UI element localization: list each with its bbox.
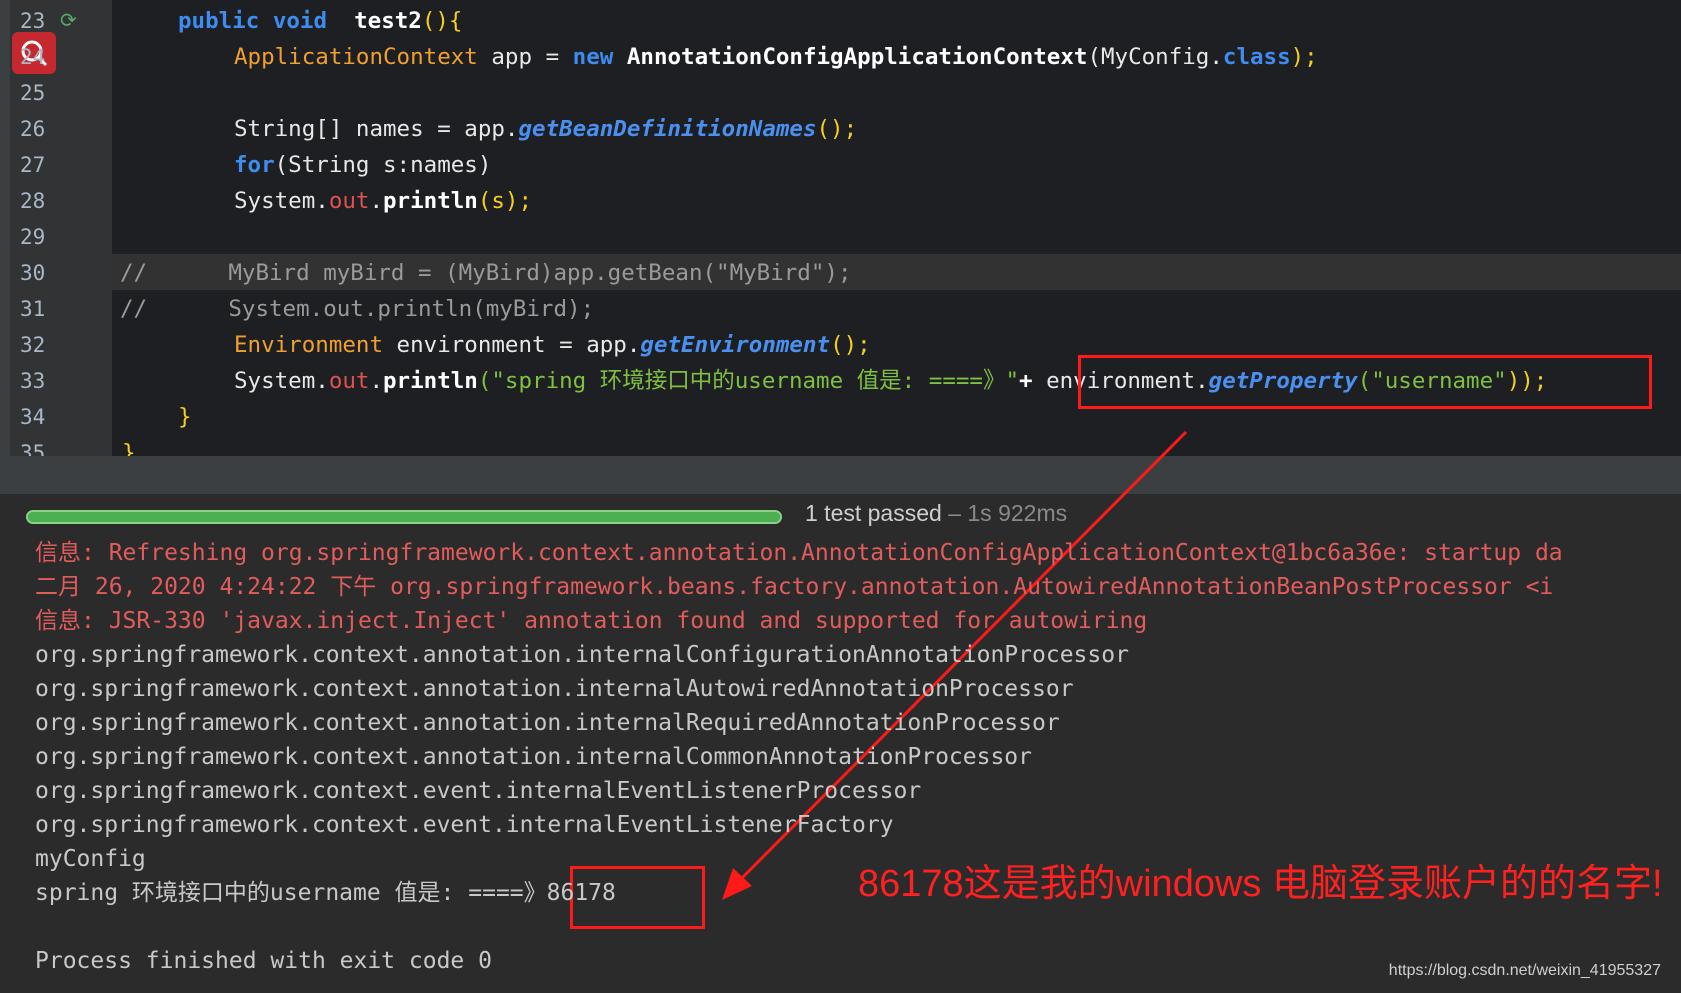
keyword: public [178, 8, 260, 34]
annotation-text: 86178这是我的windows 电脑登录账户的的名字! [858, 863, 1663, 905]
line-number: 35 [20, 441, 46, 456]
code-line-27[interactable]: for(String s:names) [234, 147, 491, 183]
string-literal: ("spring 环境接口中的username 值是: ====》" [477, 368, 1019, 394]
line-number: 26 [20, 117, 46, 141]
text: (MyConfig. [1087, 44, 1223, 70]
text: ); [1290, 44, 1318, 70]
console-line: org.springframework.context.annotation.i… [35, 710, 1060, 736]
console-line: 信息: Refreshing org.springframework.conte… [35, 540, 1563, 566]
console-line: 二月 26, 2020 4:24:22 下午 org.springframewo… [35, 574, 1554, 600]
line-number: 33 [20, 369, 46, 393]
code-line-30[interactable]: // MyBird myBird = (MyBird)app.getBean("… [120, 255, 852, 291]
field: out [328, 368, 370, 394]
operator: + [1019, 368, 1047, 394]
line-number: 24 [20, 45, 46, 69]
method-call: getBeanDefinitionNames [518, 116, 817, 142]
keyword: for [234, 152, 275, 178]
method-call: println [383, 368, 478, 394]
console-line: 信息: JSR-330 'javax.inject.Inject' annota… [35, 608, 1148, 634]
method-name: test2 [354, 8, 422, 34]
tool-strip [0, 0, 10, 456]
field: out [328, 188, 370, 214]
test-progress-bar [26, 510, 782, 524]
text: app = [477, 44, 573, 70]
test-status: 1 test passed – 1s 922ms [805, 500, 1067, 527]
keyword: new [572, 44, 614, 70]
text: (s); [477, 188, 533, 214]
code-line-32[interactable]: Environment environment = app.getEnviron… [234, 327, 871, 363]
type: Environment [234, 332, 384, 358]
text: . [369, 188, 384, 214]
text: environment = app. [383, 332, 641, 358]
console-line: org.springframework.context.event.intern… [35, 778, 922, 804]
text: . [369, 368, 384, 394]
line-number: 28 [20, 189, 46, 213]
code-line-26[interactable]: String[] names = app.getBeanDefinitionNa… [234, 111, 857, 147]
test-time-label: – 1s 922ms [941, 500, 1068, 526]
paren: (){ [421, 8, 463, 34]
class-name: AnnotationConfigApplicationContext [626, 44, 1088, 70]
run-test-icon[interactable]: ⟳ [60, 8, 77, 32]
code-line-23[interactable]: public void test2(){ [178, 3, 462, 39]
test-passed-label: 1 test passed [805, 500, 942, 526]
line-number: 27 [20, 153, 46, 177]
code-line-24[interactable]: ApplicationContext app = new AnnotationC… [234, 39, 1318, 75]
watermark: https://blog.csdn.net/weixin_41955327 [1388, 962, 1661, 979]
line-number: 30 [20, 261, 46, 285]
method-call: getEnvironment [640, 332, 831, 358]
highlight-box-getproperty [1078, 355, 1652, 409]
keyword: class [1222, 44, 1291, 70]
method-call: println [383, 188, 478, 214]
text: (); [830, 332, 871, 358]
line-number: 31 [20, 297, 46, 321]
console-line: myConfig [35, 846, 146, 872]
progress-fill [28, 512, 780, 522]
console-line: org.springframework.context.annotation.i… [35, 676, 1074, 702]
line-number: 32 [20, 333, 46, 357]
line-number: 25 [20, 81, 46, 105]
line-number: 23 [20, 9, 46, 33]
type: ApplicationContext [234, 44, 478, 70]
console-line: spring 环境接口中的username 值是: ====》86178 [35, 880, 616, 906]
panel-divider[interactable] [0, 456, 1681, 494]
code-editor[interactable]: ⟳ public void test2(){ ApplicationContex… [0, 0, 1681, 456]
line-number: 34 [20, 405, 46, 429]
code-line-34[interactable]: } [178, 399, 192, 435]
console-line: org.springframework.context.event.intern… [35, 812, 894, 838]
console-line: org.springframework.context.annotation.i… [35, 744, 1032, 770]
text: (); [816, 116, 858, 142]
text: String[] names = app. [234, 116, 519, 142]
keyword: void [272, 8, 328, 34]
code-line-35[interactable]: } [122, 435, 136, 456]
code-line-28[interactable]: System.out.println(s); [234, 183, 532, 219]
code-line-31[interactable]: // System.out.println(myBird); [120, 291, 594, 327]
console-line: org.springframework.context.annotation.i… [35, 642, 1129, 668]
console-line: Process finished with exit code 0 [35, 948, 492, 974]
text: (String s:names) [274, 152, 492, 178]
line-number: 29 [20, 225, 46, 249]
text: System. [234, 188, 329, 214]
text: System. [234, 368, 329, 394]
